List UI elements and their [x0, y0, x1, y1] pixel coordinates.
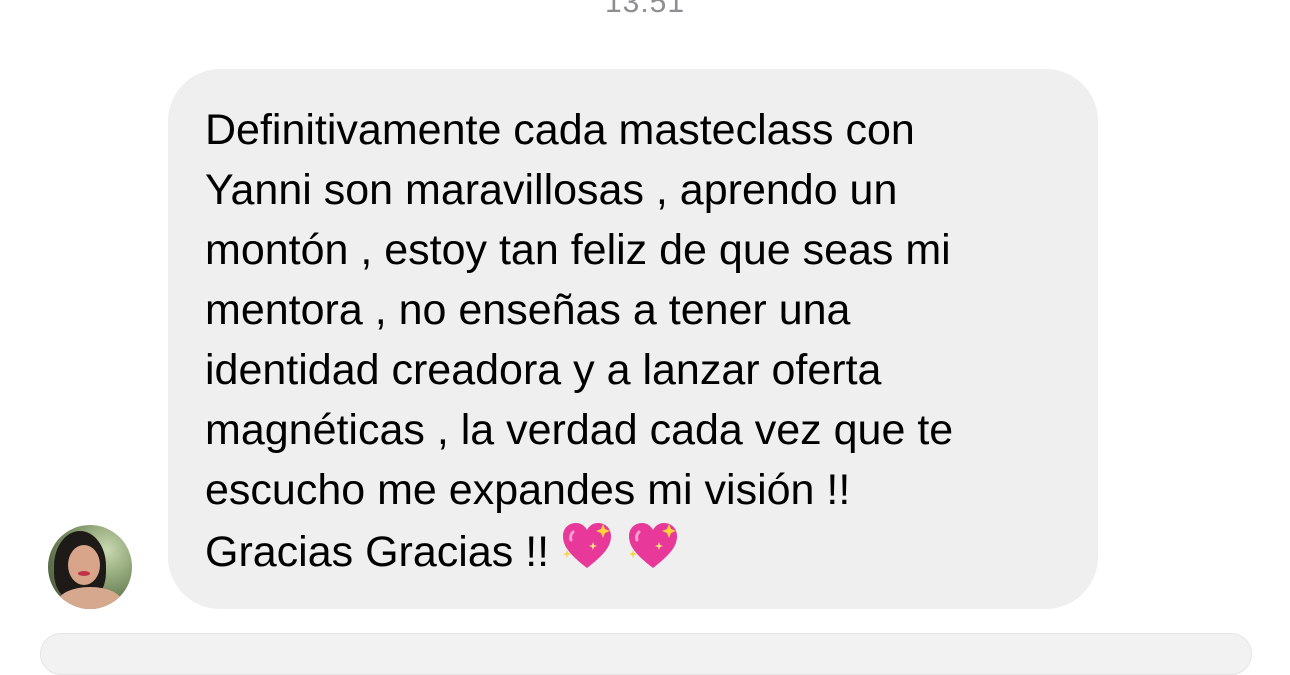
message-line: magnéticas , la verdad cada vez que te — [205, 406, 954, 454]
avatar-shoulder — [58, 587, 122, 609]
message-line: escucho me expandes mi visión !! — [205, 466, 851, 514]
message-line: Yanni son maravillosas , aprendo un — [205, 166, 898, 214]
sparkling-heart-icon — [559, 520, 615, 588]
message-line-last: Gracias Gracias !! — [205, 520, 1085, 588]
message-timestamp: 13:51 — [604, 0, 686, 19]
message-text: Definitivamente cada masteclass con Yann… — [205, 100, 1085, 588]
sparkling-heart-icon — [625, 520, 681, 588]
message-line: identidad creadora y a lanzar oferta — [205, 346, 882, 394]
sender-avatar[interactable] — [48, 525, 132, 609]
avatar-lips — [78, 571, 90, 576]
avatar-face — [68, 545, 100, 585]
next-message-bubble[interactable] — [40, 633, 1252, 675]
message-line: Definitivamente cada masteclass con — [205, 106, 915, 154]
message-line: mentora , no enseñas a tener una — [205, 286, 851, 334]
message-line: montón , estoy tan feliz de que seas mi — [205, 226, 951, 274]
gratitude-text: Gracias Gracias !! — [205, 528, 550, 576]
